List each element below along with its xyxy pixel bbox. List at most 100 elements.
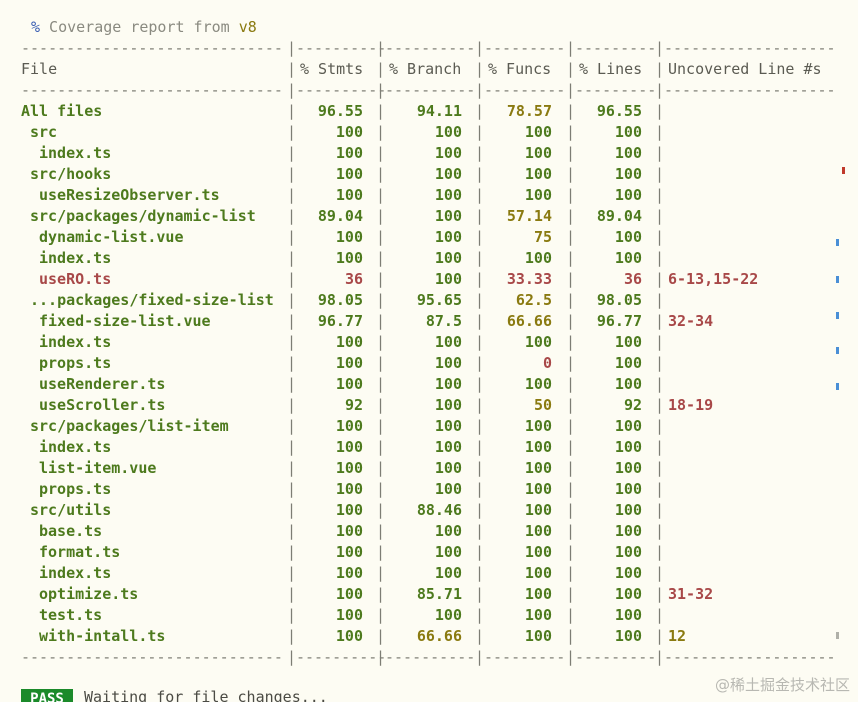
row-file-name: src/packages/dynamic-list bbox=[30, 207, 256, 225]
column-separator: | bbox=[287, 165, 297, 183]
column-separator: | bbox=[475, 291, 485, 309]
column-separator: | bbox=[376, 249, 386, 267]
column-separator: | bbox=[566, 354, 576, 372]
column-separator: | bbox=[287, 417, 297, 435]
column-separator: | bbox=[376, 228, 386, 246]
header-engine: v8 bbox=[238, 18, 257, 36]
table-row: fixed-size-list.vue 96.77 87.5 66.66 96.77 32… bbox=[21, 311, 841, 332]
column-separator: | bbox=[475, 123, 485, 141]
row-branch-value: 87.5 bbox=[425, 312, 462, 330]
row-branch-value: 85.71 bbox=[416, 585, 462, 603]
column-separator: | bbox=[376, 102, 386, 120]
column-separator: | bbox=[287, 480, 297, 498]
column-separator: | bbox=[376, 459, 386, 477]
column-separator: | bbox=[287, 354, 297, 372]
row-branch-value: 100 bbox=[434, 123, 462, 141]
column-separator: | bbox=[475, 81, 485, 99]
column-separator: | bbox=[475, 39, 485, 57]
column-separator: | bbox=[475, 60, 485, 78]
separator-dashes: ---------- bbox=[296, 81, 387, 99]
column-separator: | bbox=[566, 438, 576, 456]
column-separator: | bbox=[475, 207, 485, 225]
column-separator: | bbox=[376, 312, 386, 330]
row-branch-value: 88.46 bbox=[416, 501, 462, 519]
column-separator: | bbox=[287, 585, 297, 603]
row-file-name: useResizeObserver.ts bbox=[39, 186, 220, 204]
separator-dashes: --------- bbox=[484, 39, 566, 57]
row-file-name: ...packages/fixed-size-list bbox=[30, 291, 274, 309]
column-separator: | bbox=[287, 375, 297, 393]
column-separator: | bbox=[655, 165, 665, 183]
separator-dashes: --------- bbox=[484, 81, 566, 99]
column-separator: | bbox=[475, 270, 485, 288]
column-separator: | bbox=[655, 207, 665, 225]
table-row: props.ts 100 100 0 100 | | | | | bbox=[21, 353, 841, 374]
separator-dashes: --------- bbox=[575, 81, 657, 99]
column-separator: | bbox=[655, 648, 665, 666]
column-separator: | bbox=[475, 417, 485, 435]
column-separator: | bbox=[287, 207, 297, 225]
column-separator: | bbox=[376, 81, 386, 99]
row-file-name: with-intall.ts bbox=[39, 627, 166, 645]
header-percent-char: % bbox=[31, 18, 41, 36]
row-branch-value: 100 bbox=[434, 564, 462, 582]
table-separator-top: ----------------------------- | ----------… bbox=[21, 38, 841, 59]
table-row: useScroller.ts 92 100 50 92 18-19 | | | | | bbox=[21, 395, 841, 416]
column-header-stmts: % Stmts bbox=[300, 60, 364, 78]
column-separator: | bbox=[287, 123, 297, 141]
column-separator: | bbox=[566, 480, 576, 498]
scrollbar-marker bbox=[836, 276, 839, 283]
column-separator: | bbox=[566, 123, 576, 141]
column-separator: | bbox=[475, 333, 485, 351]
row-branch-value: 100 bbox=[434, 144, 462, 162]
column-separator: | bbox=[655, 39, 665, 57]
row-branch-value: 100 bbox=[434, 186, 462, 204]
row-branch-value: 94.11 bbox=[416, 102, 462, 120]
column-separator: | bbox=[475, 585, 485, 603]
separator-dashes: ---------- bbox=[296, 648, 387, 666]
row-branch-value: 100 bbox=[434, 543, 462, 561]
column-separator: | bbox=[287, 459, 297, 477]
column-separator: | bbox=[475, 543, 485, 561]
row-branch-value: 100 bbox=[434, 522, 462, 540]
table-row: list-item.vue 100 100 100 100 | | | | | bbox=[21, 458, 841, 479]
separator-dashes: ----------------------------- bbox=[21, 81, 283, 99]
row-uncovered-lines: 6-13,15-22 bbox=[668, 270, 759, 288]
table-separator-bottom: ----------------------------- | ----------… bbox=[21, 647, 841, 668]
row-uncovered-lines: 31-32 bbox=[668, 585, 714, 603]
column-separator: | bbox=[376, 627, 386, 645]
row-file-name: dynamic-list.vue bbox=[39, 228, 184, 246]
table-row: index.ts 100 100 100 100 | | | | | bbox=[21, 563, 841, 584]
column-separator: | bbox=[376, 291, 386, 309]
separator-dashes: ------------------- bbox=[664, 648, 836, 666]
column-separator: | bbox=[287, 564, 297, 582]
separator-dashes: --------- bbox=[484, 648, 566, 666]
column-separator: | bbox=[566, 228, 576, 246]
column-header-uncovered: Uncovered Line #s bbox=[668, 60, 822, 78]
scrollbar-marker bbox=[836, 239, 839, 246]
row-file-name: list-item.vue bbox=[39, 459, 157, 477]
column-separator: | bbox=[566, 165, 576, 183]
row-branch-value: 66.66 bbox=[416, 627, 462, 645]
row-file-name: test.ts bbox=[39, 606, 103, 624]
row-branch-value: 100 bbox=[434, 165, 462, 183]
column-separator: | bbox=[475, 459, 485, 477]
column-separator: | bbox=[566, 585, 576, 603]
row-branch-value: 100 bbox=[434, 333, 462, 351]
table-row: src 100 100 100 100 | | | | | bbox=[21, 122, 841, 143]
column-separator: | bbox=[566, 564, 576, 582]
column-separator: | bbox=[475, 102, 485, 120]
row-file-name: src/utils bbox=[30, 501, 112, 519]
column-separator: | bbox=[287, 396, 297, 414]
column-separator: | bbox=[566, 291, 576, 309]
row-branch-value: 100 bbox=[434, 480, 462, 498]
column-header-branch: % Branch bbox=[389, 60, 462, 78]
separator-dashes: ---------- bbox=[296, 39, 387, 57]
column-header-file: File bbox=[21, 60, 58, 78]
separator-dashes: ----------------------------- bbox=[21, 648, 283, 666]
column-separator: | bbox=[655, 480, 665, 498]
column-separator: | bbox=[287, 249, 297, 267]
watermark: @稀土掘金技术社区 bbox=[714, 676, 850, 694]
row-file-name: useRO.ts bbox=[39, 270, 112, 288]
row-file-name: useRenderer.ts bbox=[39, 375, 166, 393]
